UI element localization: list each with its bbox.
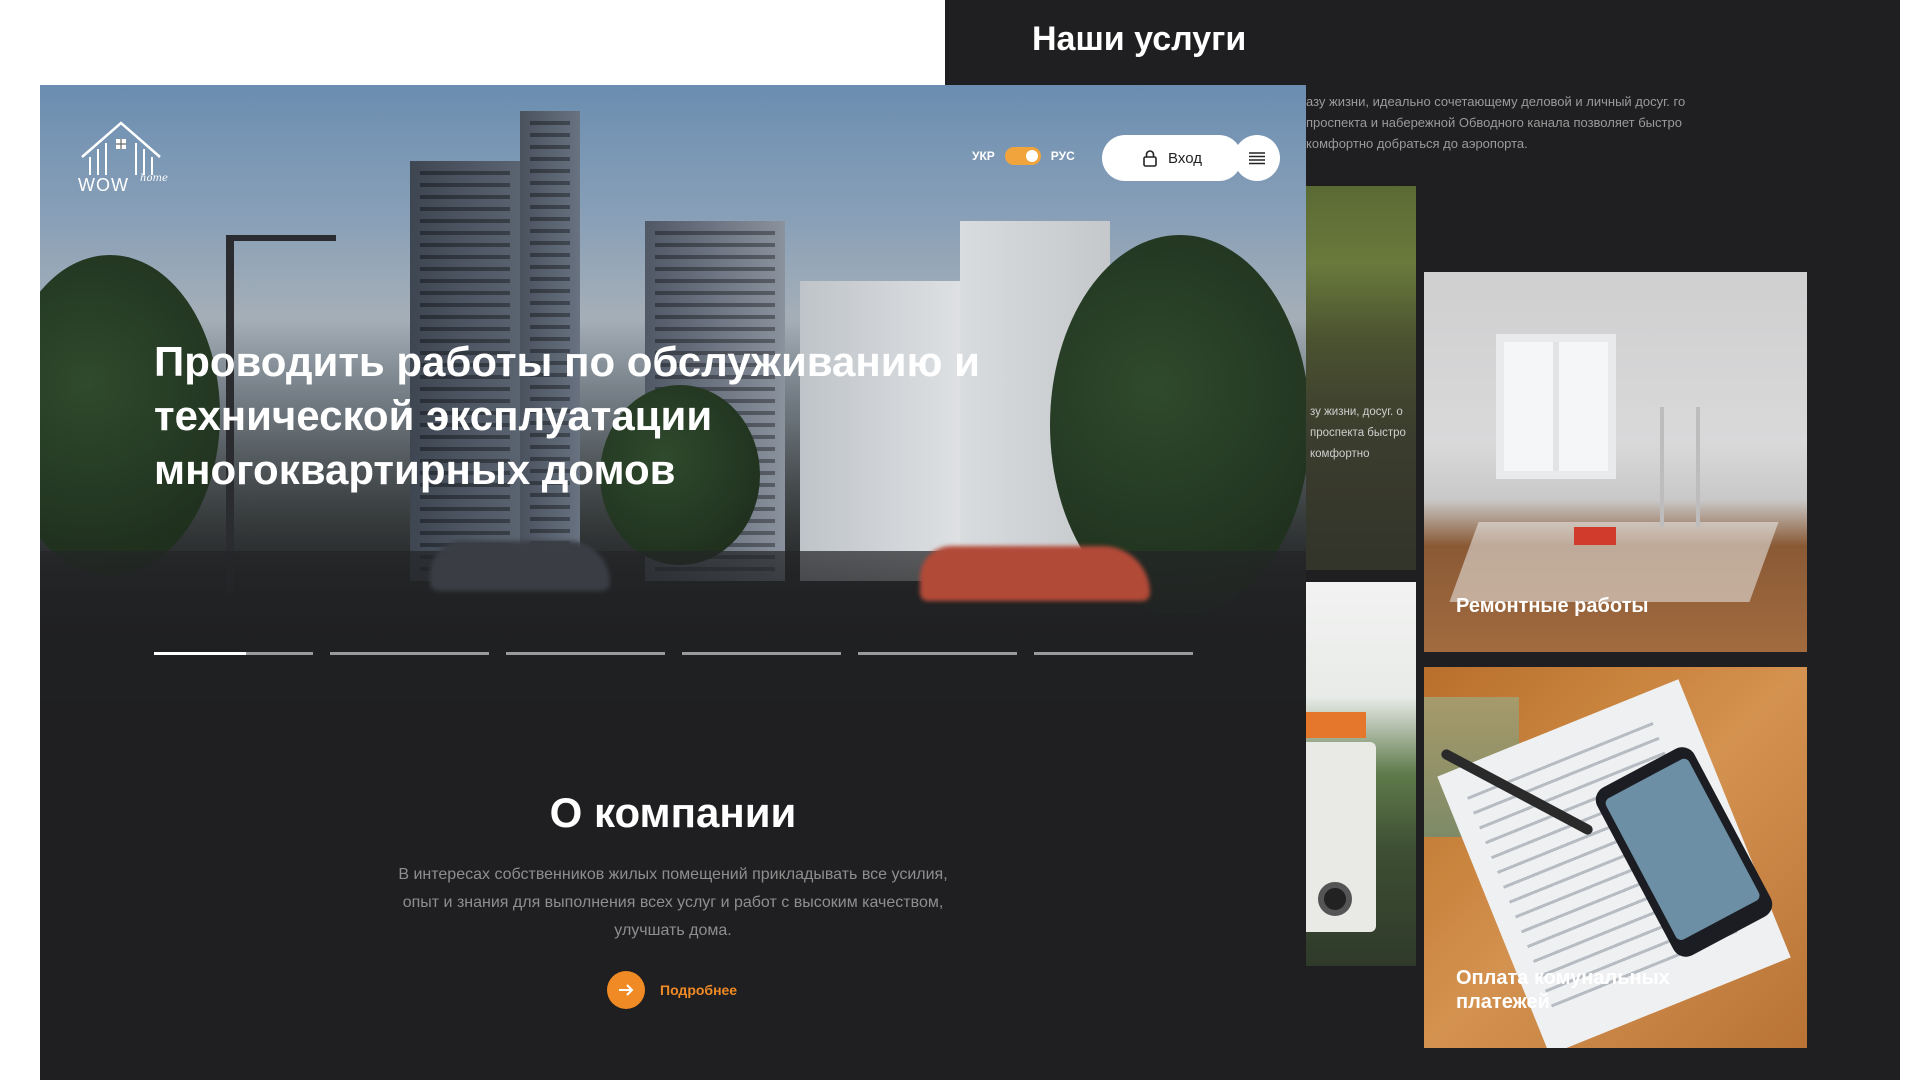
room-window-image — [1496, 334, 1616, 479]
car-image — [430, 541, 610, 591]
slider-indicators[interactable] — [154, 652, 1193, 655]
login-label: Вход — [1168, 149, 1202, 167]
car-image — [920, 546, 1150, 601]
about-title: О компании — [549, 789, 797, 836]
truck-image — [1306, 712, 1366, 738]
hamburger-menu-icon — [1249, 152, 1265, 165]
service-card-partial-text: зу жизни, досуг. о проспекта быстро комф… — [1310, 406, 1406, 460]
service-card-label: Оплата комунальных платежей — [1456, 967, 1670, 1013]
ladder-image — [1660, 407, 1700, 527]
slide-indicator[interactable] — [682, 652, 841, 655]
login-button[interactable]: Вход — [1102, 135, 1242, 181]
toggle-knob — [1025, 150, 1038, 162]
slide-indicator[interactable] — [1034, 652, 1193, 655]
menu-button[interactable] — [1234, 135, 1280, 181]
logo-script: home — [140, 173, 168, 184]
service-card-repair[interactable]: Ремонтные работы — [1424, 272, 1807, 652]
services-description: азу жизни, идеально сочетающему деловой … — [1306, 94, 1686, 151]
hero-banner: WOW home УКР РУС Вход Проводить работы п… — [40, 85, 1306, 701]
service-card-payments[interactable]: Оплата комунальных платежей — [1424, 667, 1807, 1048]
lock-icon — [1143, 150, 1157, 167]
truck-wheel — [1318, 882, 1352, 916]
service-card-partial-2[interactable] — [1306, 582, 1416, 966]
logo[interactable]: WOW home — [78, 117, 168, 197]
language-toggle[interactable] — [1004, 147, 1041, 165]
logo-text: WOW — [78, 175, 129, 195]
slide-indicator[interactable] — [330, 652, 489, 655]
house-logo-icon — [81, 121, 161, 175]
language-switcher[interactable]: УКР РУС — [972, 147, 1075, 165]
more-label: Подробнее — [660, 982, 738, 998]
slide-indicator-active[interactable] — [154, 652, 313, 655]
paint-tray-image — [1574, 527, 1616, 545]
service-card-partial-1[interactable]: зу жизни, досуг. о проспекта быстро комф… — [1306, 186, 1416, 570]
slide-indicator[interactable] — [506, 652, 665, 655]
about-text: В интересах собственников жилых помещени… — [398, 866, 948, 939]
more-link[interactable]: Подробнее — [607, 971, 737, 1009]
services-title: Наши услуги — [1032, 20, 1247, 58]
slide-indicator[interactable] — [858, 652, 1017, 655]
about-section: О компании В интересах собственников жил… — [40, 701, 1306, 1080]
service-card-label: Ремонтные работы — [1456, 595, 1649, 617]
arrow-right-icon — [607, 971, 645, 1009]
lang-rus-label[interactable]: РУС — [1051, 149, 1075, 163]
lang-ukr-label[interactable]: УКР — [972, 149, 995, 163]
hero-title: Проводить работы по обслуживанию и техни… — [154, 338, 980, 493]
